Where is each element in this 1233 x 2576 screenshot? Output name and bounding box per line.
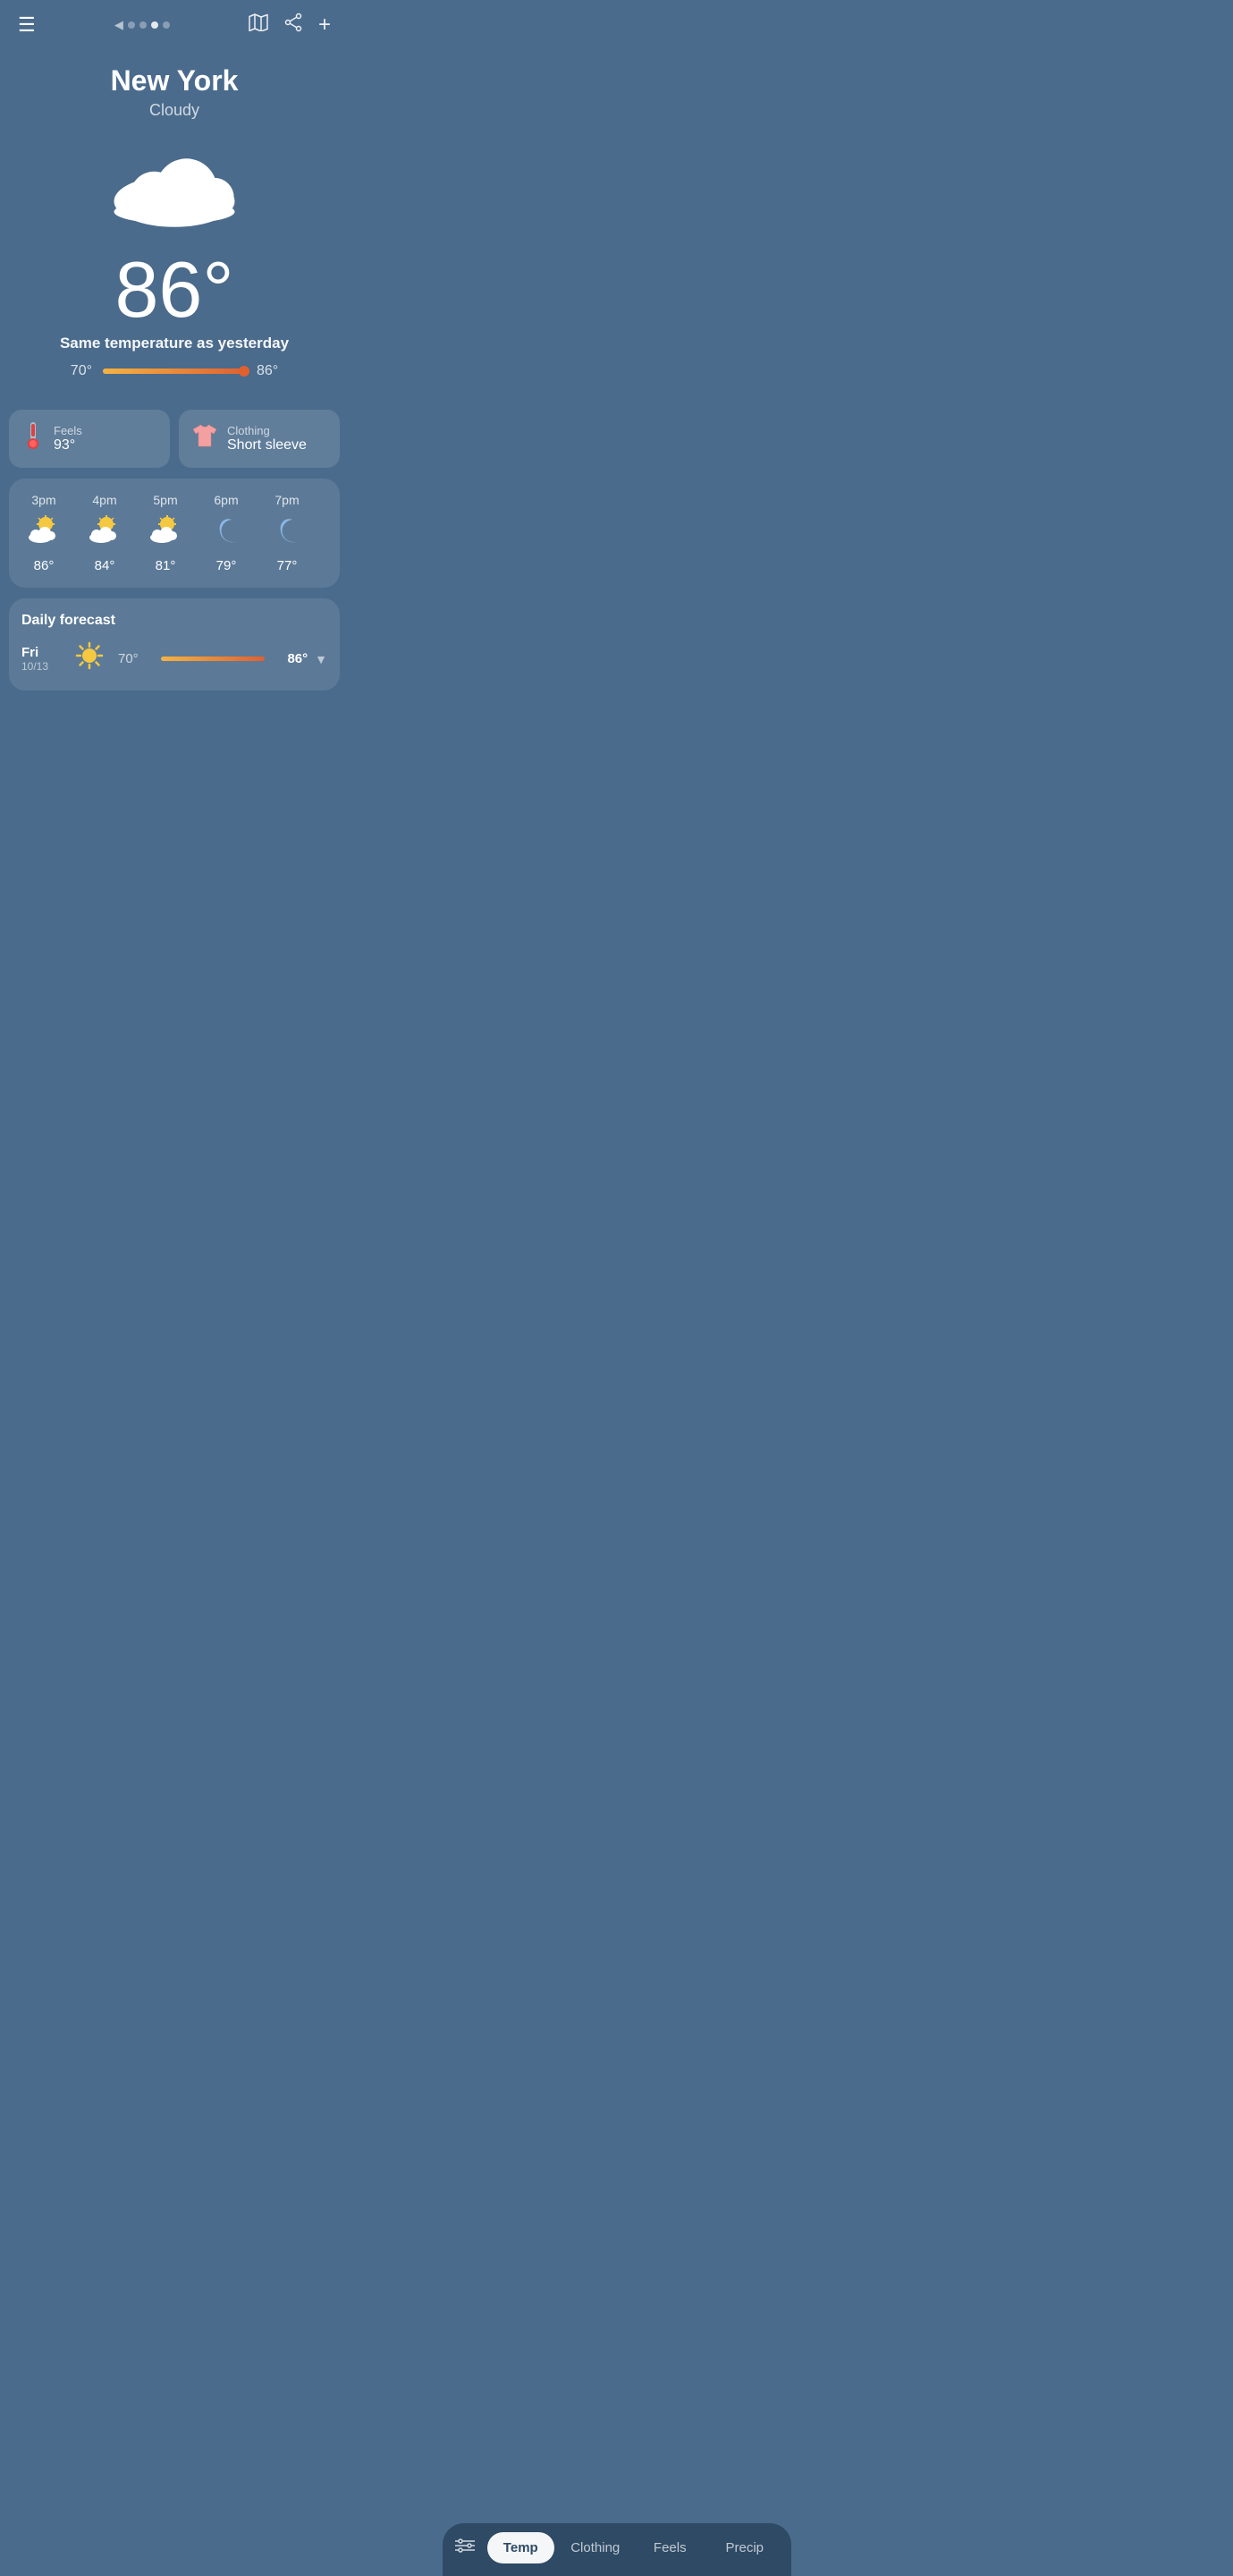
feels-label: Feels xyxy=(54,424,82,437)
temp-low: 70° xyxy=(71,363,92,379)
day-icon xyxy=(75,641,104,676)
day-name: Fri xyxy=(21,645,61,660)
current-temperature: 86° xyxy=(18,250,331,329)
hour-item: 6pm 79° xyxy=(200,493,252,573)
hourly-section: 3pm xyxy=(9,479,340,588)
hour-label: 6pm xyxy=(214,493,238,507)
hour-label: 7pm xyxy=(274,493,299,507)
clothing-value: Short sleeve xyxy=(227,437,307,453)
hour-temp: 84° xyxy=(95,558,115,573)
day-date-sub: 10/13 xyxy=(21,660,61,673)
weather-icon xyxy=(18,136,331,234)
hour-temp: 86° xyxy=(34,558,55,573)
day-chevron-icon[interactable]: ▼ xyxy=(315,652,327,666)
hour-temp: 81° xyxy=(156,558,176,573)
feels-text: Feels 93° xyxy=(54,424,82,453)
clothing-text: Clothing Short sleeve xyxy=(227,424,307,453)
tab-precip[interactable]: Precip xyxy=(711,2532,779,2563)
map-icon[interactable] xyxy=(249,13,268,37)
tab-clothing[interactable]: Clothing xyxy=(562,2532,629,2563)
hour-temp: 77° xyxy=(277,558,298,573)
hour-item: 8pm 75° xyxy=(322,493,331,573)
daily-row[interactable]: Fri 10/13 70° 86° ▼ xyxy=(21,641,327,676)
hour-item: 4pm 84° xyxy=(79,493,131,573)
clothing-card[interactable]: Clothing Short sleeve xyxy=(179,410,340,468)
tab-feels[interactable]: Feels xyxy=(637,2532,705,2563)
hour-item: 7pm 77° xyxy=(261,493,313,573)
dot-4[interactable] xyxy=(163,21,170,29)
shirt-icon xyxy=(191,423,218,454)
hour-item: 3pm xyxy=(18,493,70,573)
daily-section: Daily forecast Fri 10/13 70° xyxy=(9,598,340,691)
day-low: 70° xyxy=(118,651,150,666)
feels-value: 93° xyxy=(54,437,82,453)
hour-icon xyxy=(273,514,301,551)
hour-icon xyxy=(28,514,60,551)
day-date: Fri 10/13 xyxy=(21,645,61,673)
hour-temp: 79° xyxy=(216,558,237,573)
feels-like-card[interactable]: Feels 93° xyxy=(9,410,170,468)
menu-icon[interactable]: ☰ xyxy=(18,13,36,37)
hour-icon xyxy=(89,514,121,551)
weather-condition: Cloudy xyxy=(18,101,331,120)
day-range-bar xyxy=(161,657,265,661)
daily-title: Daily forecast xyxy=(21,613,327,629)
range-bar xyxy=(103,369,246,374)
bottom-nav: Temp Clothing Feels Precip xyxy=(443,2523,791,2576)
temp-range-bar: 70° 86° xyxy=(18,363,331,379)
stat-cards: Feels 93° Clothing Short sleeve xyxy=(0,410,349,479)
tab-temp[interactable]: Temp xyxy=(487,2532,555,2563)
hour-label: 4pm xyxy=(92,493,116,507)
hourly-scroll[interactable]: 3pm xyxy=(18,493,331,573)
hour-icon xyxy=(212,514,241,551)
hour-item: 5pm 81° xyxy=(139,493,191,573)
main-weather-card: New York Cloudy 86° Same temperature as … xyxy=(0,47,349,410)
share-icon[interactable] xyxy=(284,13,302,38)
day-high: 86° xyxy=(275,651,308,666)
clothing-label: Clothing xyxy=(227,424,307,437)
nav-arrow-icon: ◀ xyxy=(114,18,123,32)
hour-icon xyxy=(149,514,182,551)
filter-settings-icon[interactable] xyxy=(455,2537,475,2560)
hour-label: 5pm xyxy=(153,493,177,507)
thermometer-icon xyxy=(21,420,45,457)
dot-3[interactable] xyxy=(151,21,158,29)
dot-1[interactable] xyxy=(128,21,135,29)
add-icon[interactable]: + xyxy=(318,14,331,36)
page-dots: ◀ xyxy=(114,18,170,32)
hour-label: 3pm xyxy=(31,493,55,507)
temp-high: 86° xyxy=(257,363,278,379)
top-bar: ☰ ◀ xyxy=(0,0,349,47)
dot-2[interactable] xyxy=(139,21,147,29)
temp-compare-label: Same temperature as yesterday xyxy=(18,335,331,352)
city-name: New York xyxy=(18,64,331,97)
